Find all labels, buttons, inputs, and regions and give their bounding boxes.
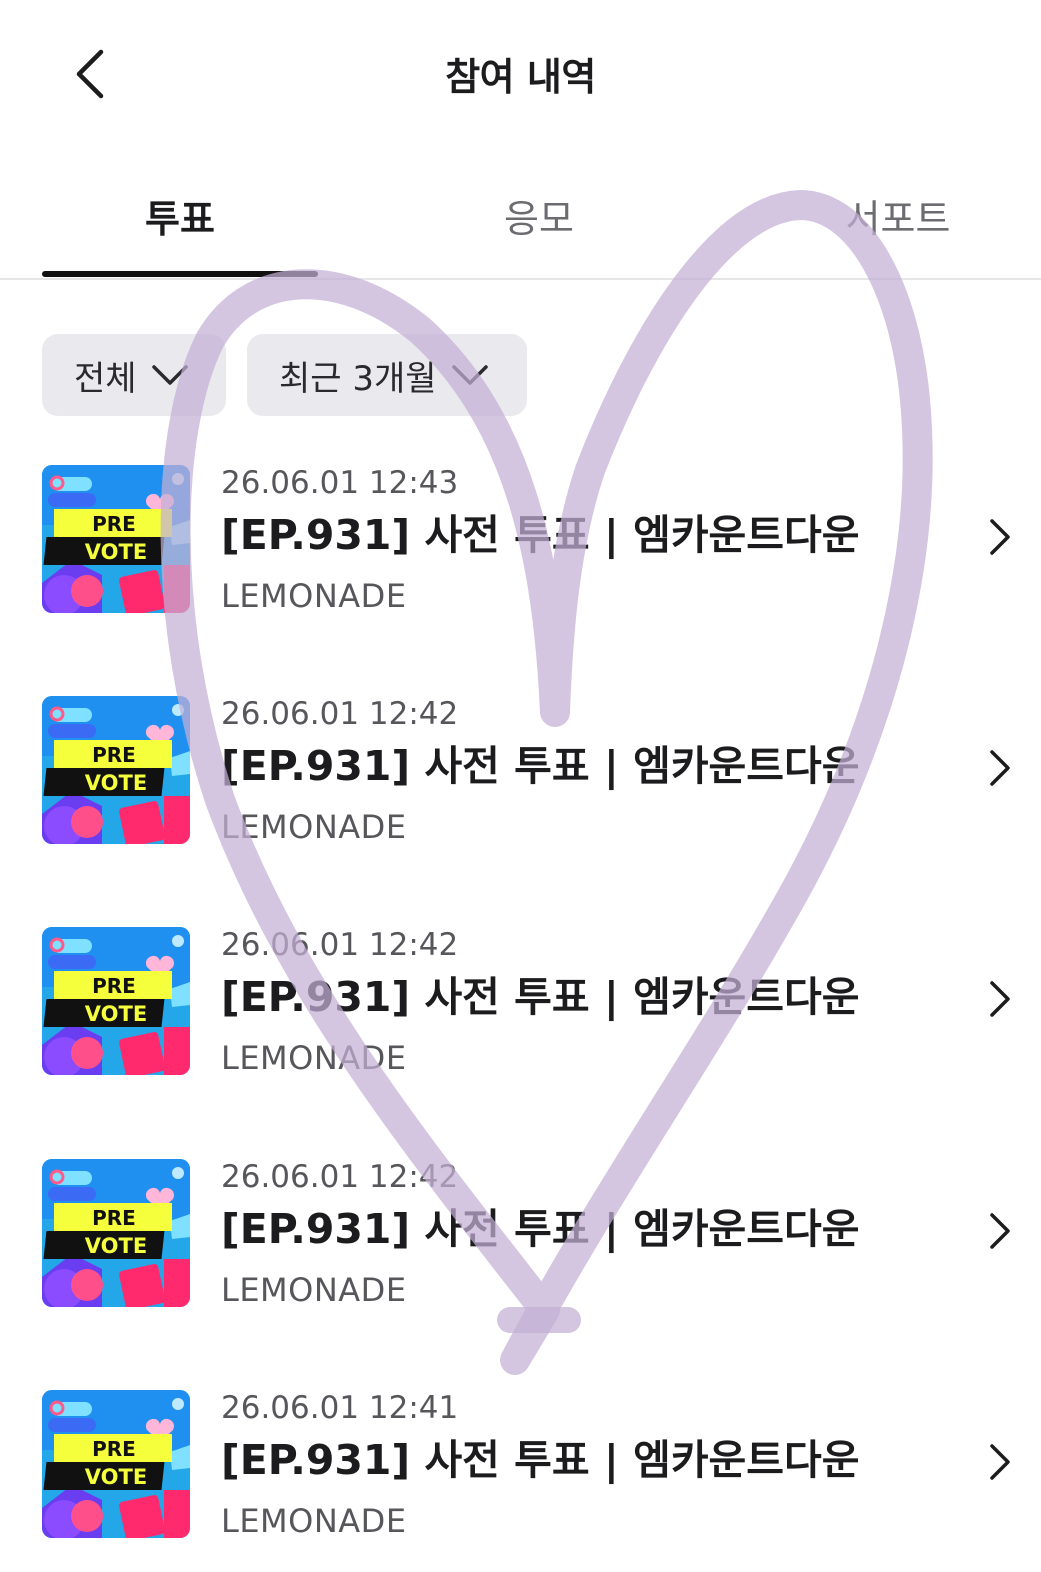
item-title: [EP.931] 사전 투표 | 엠카운트다운: [221, 742, 860, 790]
header-bar: 참여 내역: [0, 0, 1041, 150]
filter-type-label: 전체: [74, 358, 137, 399]
pre-vote-thumbnail: PRE VOTE: [42, 465, 190, 613]
pre-vote-thumbnail: PRE VOTE: [42, 1390, 190, 1538]
tab-support[interactable]: 서포트: [760, 188, 1036, 243]
filter-period-dropdown[interactable]: 최근 3개월: [247, 334, 527, 416]
thumb-vote-text: VOTE: [85, 540, 147, 564]
page-title: 참여 내역: [445, 55, 596, 99]
thumb-vote-text: VOTE: [85, 1465, 147, 1489]
chevron-right-icon: [990, 519, 1010, 555]
pre-vote-thumbnail: PRE VOTE: [42, 927, 190, 1075]
tab-bar: 투표 응모 서포트: [0, 170, 1041, 280]
item-subtitle: LEMONADE: [221, 577, 407, 615]
item-date: 26.06.01 12:42: [221, 927, 459, 963]
chevron-right-icon: [990, 1213, 1010, 1249]
item-subtitle: LEMONADE: [221, 1039, 407, 1077]
pre-vote-thumbnail: PRE VOTE: [42, 696, 190, 844]
pre-vote-thumbnail: PRE VOTE: [42, 1159, 190, 1307]
thumb-vote-text: VOTE: [85, 1234, 147, 1258]
chevron-right-icon: [990, 750, 1010, 786]
thumb-vote-text: VOTE: [85, 1002, 147, 1026]
item-subtitle: LEMONADE: [221, 1502, 407, 1540]
item-title: [EP.931] 사전 투표 | 엠카운트다운: [221, 973, 860, 1021]
thumb-pre-text: PRE: [92, 743, 136, 767]
item-date: 26.06.01 12:43: [221, 465, 459, 501]
list-item[interactable]: PRE VOTE 26.06.01 12:41 [EP.931] 사전 투표 |…: [0, 1390, 1041, 1550]
list-item[interactable]: PRE VOTE 26.06.01 12:42 [EP.931] 사전 투표 |…: [0, 927, 1041, 1087]
chevron-right-icon: [990, 1444, 1010, 1480]
chevron-down-icon: [451, 364, 489, 386]
item-date: 26.06.01 12:41: [221, 1390, 459, 1426]
list-item[interactable]: PRE VOTE 26.06.01 12:42 [EP.931] 사전 투표 |…: [0, 696, 1041, 856]
item-date: 26.06.01 12:42: [221, 696, 459, 732]
filter-period-label: 최근 3개월: [279, 358, 437, 399]
thumb-pre-text: PRE: [92, 1206, 136, 1230]
thumb-pre-text: PRE: [92, 512, 136, 536]
tab-apply[interactable]: 응모: [401, 188, 677, 243]
tabs-divider: [0, 278, 1041, 280]
list-item[interactable]: PRE VOTE 26.06.01 12:42 [EP.931] 사전 투표 |…: [0, 1159, 1041, 1319]
item-date: 26.06.01 12:42: [221, 1159, 459, 1195]
item-subtitle: LEMONADE: [221, 808, 407, 846]
item-subtitle: LEMONADE: [221, 1271, 407, 1309]
chevron-down-icon: [151, 364, 189, 386]
item-title: [EP.931] 사전 투표 | 엠카운트다운: [221, 511, 860, 559]
list-item[interactable]: PRE VOTE 26.06.01 12:43 [EP.931] 사전 투표 |…: [0, 465, 1041, 625]
chevron-right-icon: [990, 981, 1010, 1017]
tab-vote[interactable]: 투표: [42, 188, 318, 243]
thumb-vote-text: VOTE: [85, 771, 147, 795]
active-tab-indicator: [42, 271, 318, 277]
thumb-pre-text: PRE: [92, 974, 136, 998]
item-title: [EP.931] 사전 투표 | 엠카운트다운: [221, 1436, 860, 1484]
item-title: [EP.931] 사전 투표 | 엠카운트다운: [221, 1205, 860, 1253]
filter-type-dropdown[interactable]: 전체: [42, 334, 226, 416]
thumb-pre-text: PRE: [92, 1437, 136, 1461]
